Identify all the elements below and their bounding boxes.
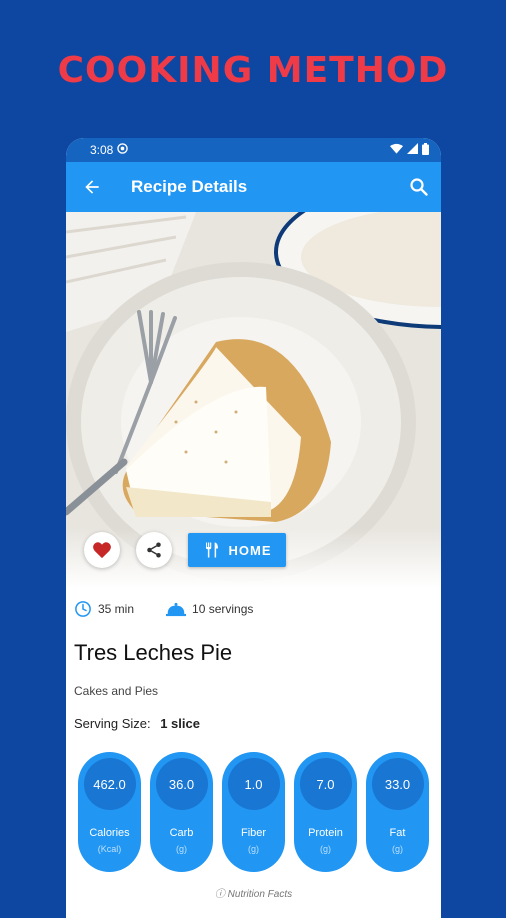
serving-size: Serving Size: 1 slice <box>74 716 200 731</box>
nutrient-label: Fiber <box>240 827 267 839</box>
search-icon <box>410 178 428 196</box>
nutrient-label: Carb <box>169 827 194 839</box>
nutrient-protein: 7.0 Protein (g) <box>294 752 357 872</box>
recipe-actions: HOME <box>84 532 286 568</box>
app-bar: Recipe Details <box>66 162 441 212</box>
nutrient-value: 36.0 <box>155 758 208 810</box>
recipe-category: Cakes and Pies <box>74 684 159 698</box>
share-icon <box>147 542 161 558</box>
serving-dish-icon <box>166 602 187 617</box>
servings-text: 10 servings <box>192 602 254 616</box>
heart-icon <box>93 542 111 559</box>
nutrition-facts-note[interactable]: ⓘ Nutrition Facts <box>66 885 441 900</box>
status-time: 3:08 <box>90 143 114 157</box>
search-button[interactable] <box>407 175 431 199</box>
recipe-photo: HOME <box>66 212 441 588</box>
recipe-meta: 35 min 10 servings <box>74 600 285 618</box>
serving-size-value: 1 slice <box>160 716 200 731</box>
cook-time-text: 35 min <box>98 602 135 616</box>
nutrient-unit: (Kcal) <box>97 844 122 854</box>
servings: 10 servings <box>166 601 253 617</box>
phone-screen: 3:08 Recipe Details HOME 35 min 10 servi… <box>66 138 441 918</box>
serving-size-label: Serving Size: <box>74 716 151 731</box>
nutrient-unit: (g) <box>320 844 331 854</box>
notification-icon <box>117 143 129 157</box>
nutrient-fat: 33.0 Fat (g) <box>366 752 429 872</box>
favorite-button[interactable] <box>84 532 120 568</box>
nutrient-value: 462.0 <box>83 758 136 810</box>
back-button[interactable] <box>66 162 118 212</box>
nutrient-value: 33.0 <box>371 758 424 810</box>
nutrient-label: Fat <box>389 827 406 839</box>
nutrient-unit: (g) <box>392 844 403 854</box>
nutrient-label: Calories <box>89 827 130 839</box>
nutrient-fiber: 1.0 Fiber (g) <box>222 752 285 872</box>
info-icon: ⓘ <box>214 889 225 900</box>
nutrition-facts-label: Nutrition Facts <box>227 889 293 900</box>
home-button-label: HOME <box>228 542 272 558</box>
clock-icon <box>75 601 91 617</box>
nutrient-unit: (g) <box>248 844 259 854</box>
nutrition-panel: 462.0 Calories (Kcal) 36.0 Carb (g) 1.0 … <box>78 752 429 872</box>
nutrient-calories: 462.0 Calories (Kcal) <box>78 752 141 872</box>
nutrient-label: Protein <box>308 827 343 839</box>
signal-icon <box>407 143 418 157</box>
battery-icon <box>422 142 429 158</box>
wifi-icon <box>390 143 403 157</box>
nutrient-unit: (g) <box>176 844 187 854</box>
restaurant-icon <box>205 542 218 558</box>
status-bar: 3:08 <box>66 138 441 162</box>
arrow-left-icon <box>85 180 99 194</box>
nutrient-value: 7.0 <box>299 758 352 810</box>
promo-headline: COOKING METHOD <box>57 50 449 91</box>
nutrient-carb: 36.0 Carb (g) <box>150 752 213 872</box>
share-button[interactable] <box>136 532 172 568</box>
page-title: Recipe Details <box>131 177 248 196</box>
recipe-title: Tres Leches Pie <box>74 640 233 665</box>
cook-time: 35 min <box>74 600 134 618</box>
nutrient-value: 1.0 <box>227 758 280 810</box>
home-button[interactable]: HOME <box>188 533 286 567</box>
